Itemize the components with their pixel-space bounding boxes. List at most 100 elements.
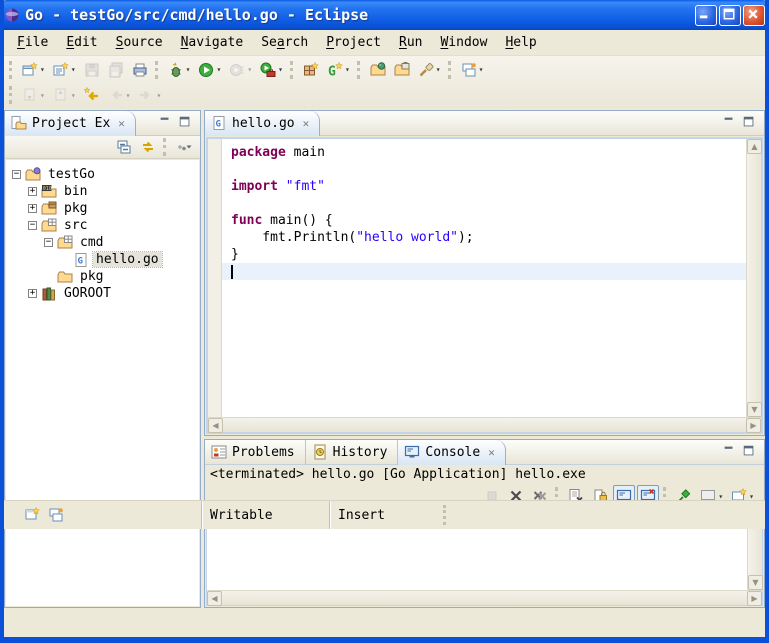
tree-item-pkg[interactable]: +pkg	[6, 200, 199, 217]
scroll-down-icon[interactable]: ▼	[748, 575, 763, 590]
scroll-right-icon[interactable]: ▶	[747, 591, 762, 606]
menu-search[interactable]: Search	[252, 33, 317, 52]
minimize-view-button[interactable]	[722, 445, 738, 459]
dropdown-arrow-icon[interactable]: ▾	[71, 91, 76, 100]
scroll-left-icon[interactable]: ◀	[207, 591, 222, 606]
close-tab-icon[interactable]: ✕	[118, 117, 125, 130]
dropdown-arrow-icon[interactable]: ▾	[126, 91, 131, 100]
link-with-editor-button[interactable]	[137, 136, 159, 158]
editor-tab-hello-go[interactable]: G hello.go ✕	[205, 111, 320, 136]
forward-button[interactable]: ▾	[135, 84, 164, 106]
project-tree[interactable]: −testGo+010bin+pkg−src−cmdGhello.gopkg+G…	[6, 160, 199, 606]
expand-icon[interactable]: +	[28, 187, 37, 196]
switch-editor-button[interactable]: ▾	[458, 59, 487, 81]
save-button[interactable]	[81, 59, 103, 81]
scroll-right-icon[interactable]: ▶	[746, 418, 761, 433]
save-all-button[interactable]	[105, 59, 127, 81]
close-tab-icon[interactable]: ✕	[488, 446, 495, 459]
collapse-icon[interactable]: −	[12, 170, 21, 179]
tree-item-testgo[interactable]: −testGo	[6, 166, 199, 183]
new-project-button[interactable]: ▾	[50, 59, 79, 81]
tree-item-hello-go[interactable]: Ghello.go	[6, 251, 199, 268]
show-view-shortcut-button[interactable]	[45, 504, 67, 526]
expand-icon[interactable]: +	[28, 204, 37, 213]
menu-edit[interactable]: Edit	[57, 33, 106, 52]
minimize-view-button[interactable]	[158, 116, 174, 130]
collapse-all-button[interactable]	[113, 136, 135, 158]
print-button[interactable]	[129, 59, 151, 81]
tab-problems[interactable]: Problems	[205, 440, 306, 465]
tree-item-pkg[interactable]: pkg	[6, 268, 199, 285]
dropdown-arrow-icon[interactable]: ▾	[216, 65, 221, 74]
project-explorer-tab[interactable]: Project Ex ✕	[5, 111, 136, 136]
scroll-up-icon[interactable]: ▲	[747, 139, 762, 154]
menu-file[interactable]: File	[8, 33, 57, 52]
close-editor-icon[interactable]: ✕	[303, 117, 310, 130]
new-go-file-button[interactable]: G▾	[324, 59, 353, 81]
toolbar-separator	[357, 61, 360, 79]
dropdown-arrow-icon[interactable]: ▾	[186, 65, 191, 74]
new-wizard-button[interactable]: ▾	[19, 59, 48, 81]
menu-project[interactable]: Project	[317, 33, 390, 52]
run-button[interactable]: ▾	[195, 59, 224, 81]
dropdown-arrow-icon[interactable]: ▾	[71, 65, 76, 74]
editor-vertical-scrollbar[interactable]: ▲ ▼	[746, 139, 761, 417]
menu-run[interactable]: Run	[390, 33, 431, 52]
dropdown-arrow-icon[interactable]: ▾	[40, 91, 45, 100]
eclipse-window: Go - testGo/src/cmd/hello.go - Eclipse F…	[0, 0, 769, 643]
maximize-editor-button[interactable]	[742, 116, 758, 130]
next-annotation-button[interactable]: ▾	[19, 84, 48, 106]
main-toolbar: ▾▾▾▾▾▾G▾▾▾ ▾▾▾▾ Go	[4, 56, 765, 108]
menu-source[interactable]: Source	[107, 33, 172, 52]
new-go-package-button[interactable]	[300, 59, 322, 81]
open-plugin-artifact-button[interactable]	[367, 59, 389, 81]
tree-item-bin[interactable]: +010bin	[6, 183, 199, 200]
scroll-left-icon[interactable]: ◀	[208, 418, 223, 433]
previous-annotation-button[interactable]: ▾	[50, 84, 79, 106]
menu-navigate[interactable]: Navigate	[172, 33, 253, 52]
switch-editor-icon	[461, 62, 477, 78]
tab-label: Console	[425, 445, 480, 460]
menu-window[interactable]: Window	[431, 33, 496, 52]
dropdown-arrow-icon[interactable]: ▾	[40, 65, 45, 74]
view-menu-button[interactable]	[173, 136, 195, 158]
console-horizontal-scrollbar[interactable]: ◀ ▶	[207, 590, 762, 605]
tab-history[interactable]: History	[306, 440, 399, 465]
scroll-down-icon[interactable]: ▼	[747, 402, 762, 417]
maximize-view-button[interactable]	[742, 445, 758, 459]
maximize-button[interactable]	[719, 5, 741, 26]
dropdown-arrow-icon[interactable]: ▾	[278, 65, 283, 74]
dropdown-arrow-icon[interactable]: ▾	[247, 65, 252, 74]
dropdown-arrow-icon[interactable]: ▾	[345, 65, 350, 74]
expand-icon[interactable]: +	[28, 289, 37, 298]
close-button[interactable]	[743, 5, 765, 26]
code-area[interactable]: package mainimport "fmt"func main() { fm…	[222, 139, 746, 417]
title-bar[interactable]: Go - testGo/src/cmd/hello.go - Eclipse	[0, 0, 769, 30]
editor-horizontal-scrollbar[interactable]: ◀ ▶	[208, 417, 761, 432]
minimize-button[interactable]	[695, 5, 717, 26]
dropdown-arrow-icon[interactable]: ▾	[479, 65, 484, 74]
collapse-icon[interactable]: −	[44, 238, 53, 247]
fast-view-button[interactable]	[21, 504, 43, 526]
tree-item-label: bin	[61, 184, 90, 199]
tab-console[interactable]: Console ✕	[398, 440, 505, 465]
search-button[interactable]: ▾	[415, 59, 444, 81]
tree-item-goroot[interactable]: +GOROOT	[6, 285, 199, 302]
tab-label: History	[333, 445, 388, 460]
menu-help[interactable]: Help	[496, 33, 545, 52]
dropdown-arrow-icon[interactable]: ▾	[436, 65, 441, 74]
open-resource-button[interactable]	[391, 59, 413, 81]
back-button[interactable]: ▾	[105, 84, 134, 106]
tree-item-src[interactable]: −src	[6, 217, 199, 234]
dropdown-arrow-icon[interactable]: ▾	[156, 91, 161, 100]
folder-icon	[57, 269, 73, 285]
tree-item-label: hello.go	[93, 252, 162, 267]
run-history-button[interactable]: ▾	[226, 59, 255, 81]
external-tools-button[interactable]: ▾	[257, 59, 286, 81]
maximize-view-button[interactable]	[178, 116, 194, 130]
debug-button[interactable]: ▾	[165, 59, 194, 81]
last-edit-location-button[interactable]	[81, 84, 103, 106]
minimize-editor-button[interactable]	[722, 116, 738, 130]
tree-item-cmd[interactable]: −cmd	[6, 234, 199, 251]
collapse-icon[interactable]: −	[28, 221, 37, 230]
